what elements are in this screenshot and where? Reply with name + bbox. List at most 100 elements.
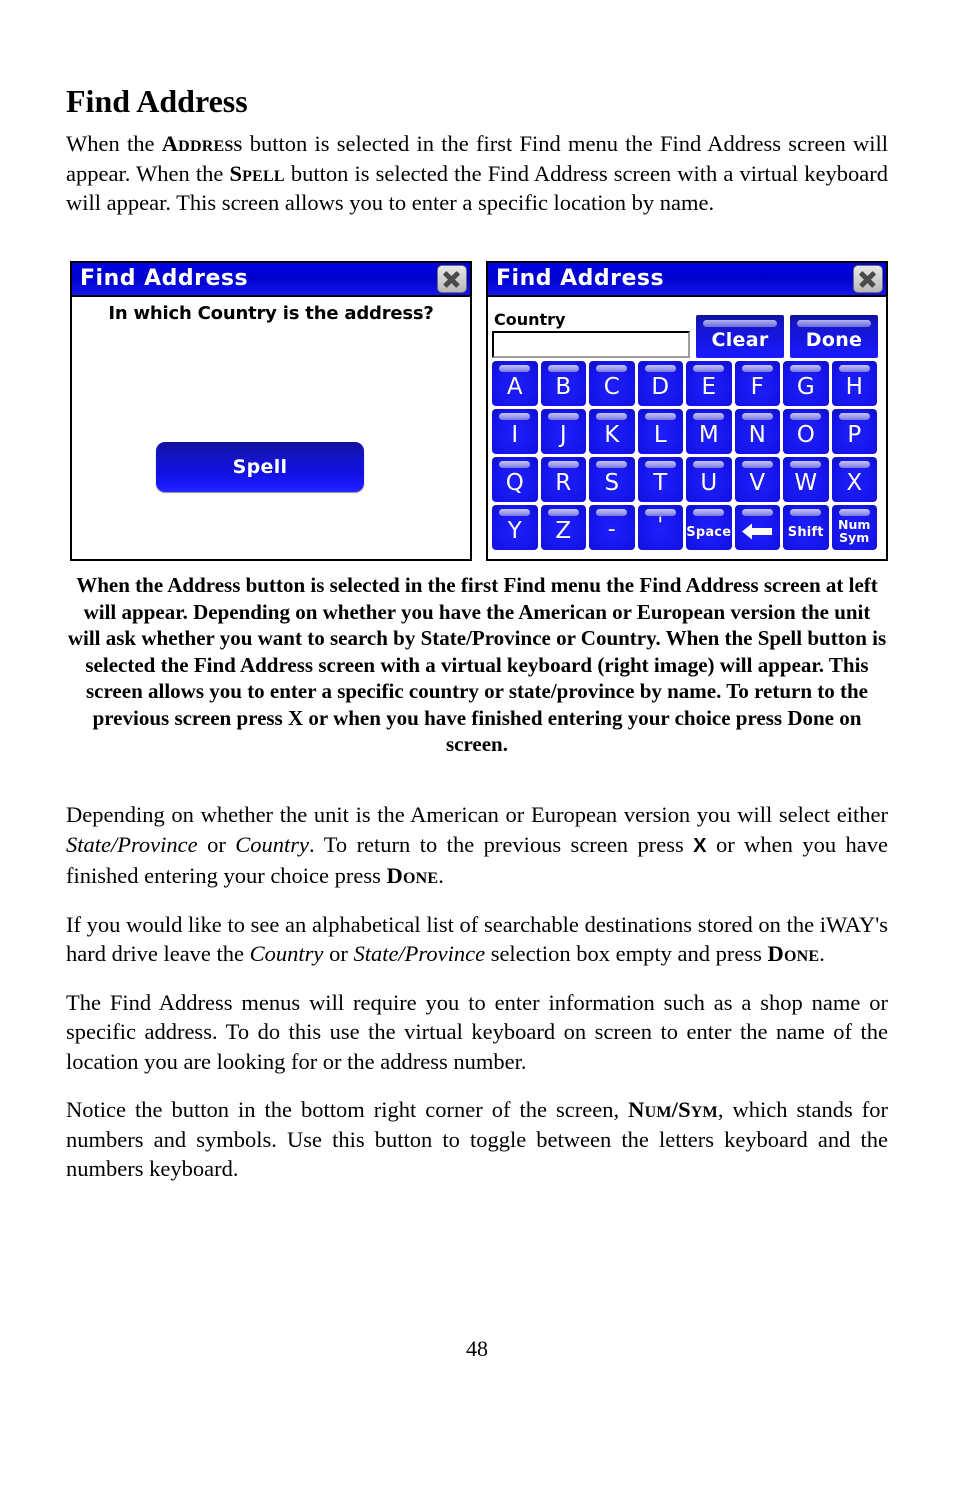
key-H[interactable]: H (831, 361, 877, 406)
paragraph-5: Notice the button in the bottom right co… (66, 1095, 888, 1184)
key-gloss (838, 461, 870, 468)
key-J[interactable]: J (540, 409, 586, 454)
key-gloss (838, 413, 870, 420)
key-gloss (596, 365, 628, 372)
key-L[interactable]: L (637, 409, 683, 454)
key-label: E (701, 374, 717, 400)
page-content: Find Address When the Address button is … (66, 83, 888, 218)
key-V[interactable]: V (734, 457, 780, 502)
key-gloss (838, 509, 870, 516)
key-gloss (693, 365, 725, 372)
key-label: F (750, 374, 764, 400)
close-icon[interactable] (437, 265, 467, 293)
backspace-arrow-icon (742, 523, 773, 540)
key-shift[interactable]: Shift (783, 505, 829, 550)
key-label: X (846, 470, 863, 496)
right-screen-body: Country Clear Done A B C D E F G H I J K… (488, 297, 886, 559)
virtual-keyboard: A B C D E F G H I J K L M N O P Q R S T … (492, 361, 882, 550)
key-gloss (741, 509, 773, 516)
key-gloss (693, 461, 725, 468)
right-window-title: Find Address (496, 266, 665, 291)
key-label: Shift (787, 525, 824, 540)
key-W[interactable]: W (783, 457, 829, 502)
key-E[interactable]: E (686, 361, 732, 406)
key-label: W (794, 470, 818, 496)
key-gloss (790, 509, 822, 516)
key-label: B (555, 374, 572, 400)
key-gloss (499, 461, 531, 468)
key-gloss (596, 413, 628, 420)
key-A[interactable]: A (492, 361, 538, 406)
left-screen-body: In which Country is the address? Spell (72, 297, 470, 559)
left-titlebar: Find Address (72, 263, 470, 297)
key-gloss (547, 413, 579, 420)
key-gloss (644, 461, 676, 468)
key-label: V (749, 470, 766, 496)
numsym-line2: Sym (839, 529, 870, 545)
key-Z[interactable]: Z (540, 505, 586, 550)
key-gloss (741, 365, 773, 372)
key-gloss (547, 365, 579, 372)
key-label: Y (507, 518, 522, 544)
key-gloss (499, 365, 531, 372)
key-F[interactable]: F (734, 361, 780, 406)
key-Q[interactable]: Q (492, 457, 538, 502)
key-label: P (847, 422, 862, 448)
key-G[interactable]: G (783, 361, 829, 406)
key-gloss (596, 509, 628, 516)
key-num-sym[interactable]: Num Sym (831, 505, 877, 550)
p2-italic-state-province: State/Province (66, 831, 198, 857)
intro-paragraph: When the Address button is selected in t… (66, 129, 888, 218)
key-label: Z (555, 518, 572, 544)
key-label: Q (505, 470, 524, 496)
key-R[interactable]: R (540, 457, 586, 502)
key-gloss (596, 461, 628, 468)
key-S[interactable]: S (589, 457, 635, 502)
key-T[interactable]: T (637, 457, 683, 502)
country-input[interactable] (492, 331, 690, 358)
key-I[interactable]: I (492, 409, 538, 454)
keyboard-row-2: I J K L M N O P (492, 409, 882, 454)
key-D[interactable]: D (637, 361, 683, 406)
figure-caption: When the Address button is selected in t… (67, 573, 887, 756)
document-page: Find Address When the Address button is … (0, 0, 954, 1487)
key-label: I (511, 422, 519, 448)
body-paragraphs: Depending on whether the unit is the Ame… (66, 800, 888, 1184)
key-C[interactable]: C (589, 361, 635, 406)
paragraph-3: If you would like to see an alphabetical… (66, 910, 888, 969)
key-U[interactable]: U (686, 457, 732, 502)
p2-text-e: . (438, 863, 444, 888)
clear-button[interactable]: Clear (696, 315, 784, 358)
close-icon[interactable] (853, 265, 883, 293)
key-M[interactable]: M (686, 409, 732, 454)
key-label: L (653, 422, 667, 448)
key-label: H (845, 374, 863, 400)
p2-text-c: . To return to the previous screen press (309, 831, 694, 857)
key-backspace[interactable] (734, 505, 780, 550)
key-label: O (796, 422, 815, 448)
p3-text-d: . (819, 941, 825, 966)
key-hyphen[interactable]: - (589, 505, 635, 550)
key-gloss (644, 413, 676, 420)
key-apostrophe[interactable]: ' (637, 505, 683, 550)
button-gloss (797, 320, 871, 327)
key-X[interactable]: X (831, 457, 877, 502)
key-K[interactable]: K (589, 409, 635, 454)
key-O[interactable]: O (783, 409, 829, 454)
keyboard-row-1: A B C D E F G H (492, 361, 882, 406)
key-label-numsym: Num Sym (838, 518, 870, 545)
key-Y[interactable]: Y (492, 505, 538, 550)
spell-button[interactable]: Spell (156, 442, 364, 492)
p2-x-reference: X (693, 834, 707, 857)
key-N[interactable]: N (734, 409, 780, 454)
key-label: K (604, 422, 620, 448)
key-gloss (790, 365, 822, 372)
keyboard-row-3: Q R S T U V W X (492, 457, 882, 502)
key-B[interactable]: B (540, 361, 586, 406)
done-button[interactable]: Done (790, 315, 878, 358)
key-space[interactable]: Space (686, 505, 732, 550)
key-label: N (748, 422, 766, 448)
key-P[interactable]: P (831, 409, 877, 454)
p3-done-reference: Done (767, 941, 820, 966)
key-label: A (506, 374, 523, 400)
